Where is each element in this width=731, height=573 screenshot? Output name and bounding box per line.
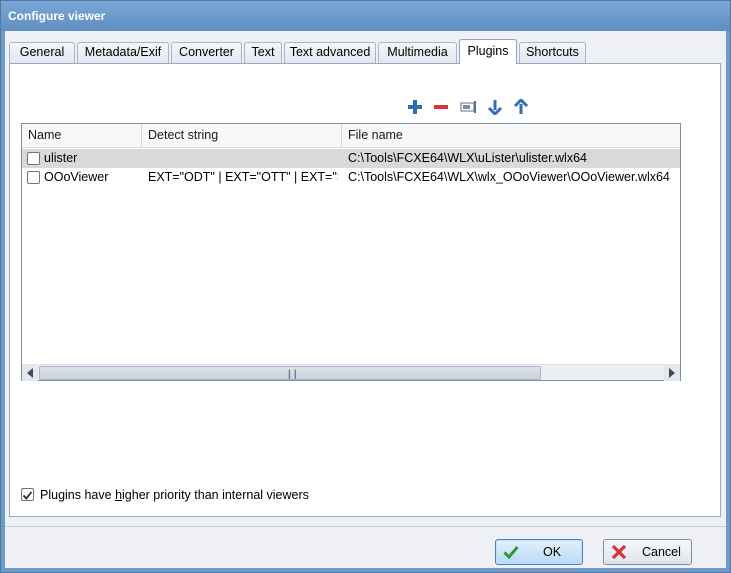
plugin-detect-string: EXT="ODT" | EXT="OTT" | EXT="S... — [148, 170, 338, 184]
check-icon — [503, 546, 519, 560]
scroll-left-icon[interactable] — [22, 365, 38, 381]
cancel-button[interactable]: Cancel — [603, 539, 692, 565]
plugin-file-name: C:\Tools\FCXE64\WLX\wlx_OOoViewer\OOoVie… — [348, 170, 670, 184]
scrollbar-thumb[interactable]: ┃┃ — [39, 366, 541, 380]
tab-converter[interactable]: Converter — [171, 42, 242, 63]
plugin-file-name: C:\Tools\FCXE64\WLX\uLister\ulister.wlx6… — [348, 151, 587, 165]
grip-icon: ┃┃ — [287, 370, 299, 379]
dialog-client: General Metadata/Exif Converter Text Tex… — [5, 31, 726, 568]
plugin-name: ulister — [44, 151, 78, 165]
checkmark-icon — [22, 491, 33, 500]
button-separator — [5, 526, 726, 527]
plugin-name: OOoViewer — [44, 170, 109, 184]
list-row[interactable]: OOoViewer EXT="ODT" | EXT="OTT" | EXT="S… — [22, 168, 680, 187]
configure-viewer-window: Configure viewer General Metadata/Exif C… — [0, 0, 731, 573]
tab-text[interactable]: Text — [244, 42, 282, 63]
list-header: Name Detect string File name — [22, 124, 680, 148]
move-down-icon[interactable] — [486, 98, 504, 116]
remove-icon[interactable] — [432, 98, 450, 116]
horizontal-scrollbar[interactable]: ┃┃ — [22, 364, 680, 381]
column-header-name[interactable]: Name — [22, 124, 142, 148]
cancel-button-label: Cancel — [642, 545, 681, 559]
add-icon[interactable] — [406, 98, 424, 116]
tab-bar: General Metadata/Exif Converter Text Tex… — [9, 39, 721, 64]
tab-shortcuts[interactable]: Shortcuts — [519, 42, 586, 63]
ok-button-label: OK — [543, 545, 562, 559]
scroll-right-icon[interactable] — [664, 365, 680, 381]
window-title: Configure viewer — [1, 1, 730, 31]
column-header-file-name[interactable]: File name — [342, 124, 680, 148]
tab-metadata-exif[interactable]: Metadata/Exif — [77, 42, 169, 63]
plugins-tab-panel: Name Detect string File name ulister C:\… — [9, 63, 721, 517]
plugin-detect-string — [148, 149, 338, 168]
list-row[interactable]: ulister C:\Tools\FCXE64\WLX\uLister\ulis… — [22, 149, 680, 168]
move-up-icon[interactable] — [512, 98, 530, 116]
priority-checkbox[interactable] — [21, 488, 34, 501]
column-header-detect-string[interactable]: Detect string — [142, 124, 342, 148]
plugins-list[interactable]: Name Detect string File name ulister C:\… — [21, 123, 681, 381]
tab-multimedia[interactable]: Multimedia — [378, 42, 457, 63]
row-checkbox[interactable] — [27, 171, 40, 184]
configure-icon[interactable] — [460, 98, 478, 116]
row-checkbox[interactable] — [27, 152, 40, 165]
tab-general[interactable]: General — [9, 42, 75, 63]
priority-label: Plugins have higher priority than intern… — [40, 488, 309, 502]
tab-plugins[interactable]: Plugins — [459, 39, 517, 64]
tab-text-advanced[interactable]: Text advanced — [284, 42, 376, 63]
ok-button[interactable]: OK — [495, 539, 583, 565]
close-icon — [611, 544, 627, 560]
